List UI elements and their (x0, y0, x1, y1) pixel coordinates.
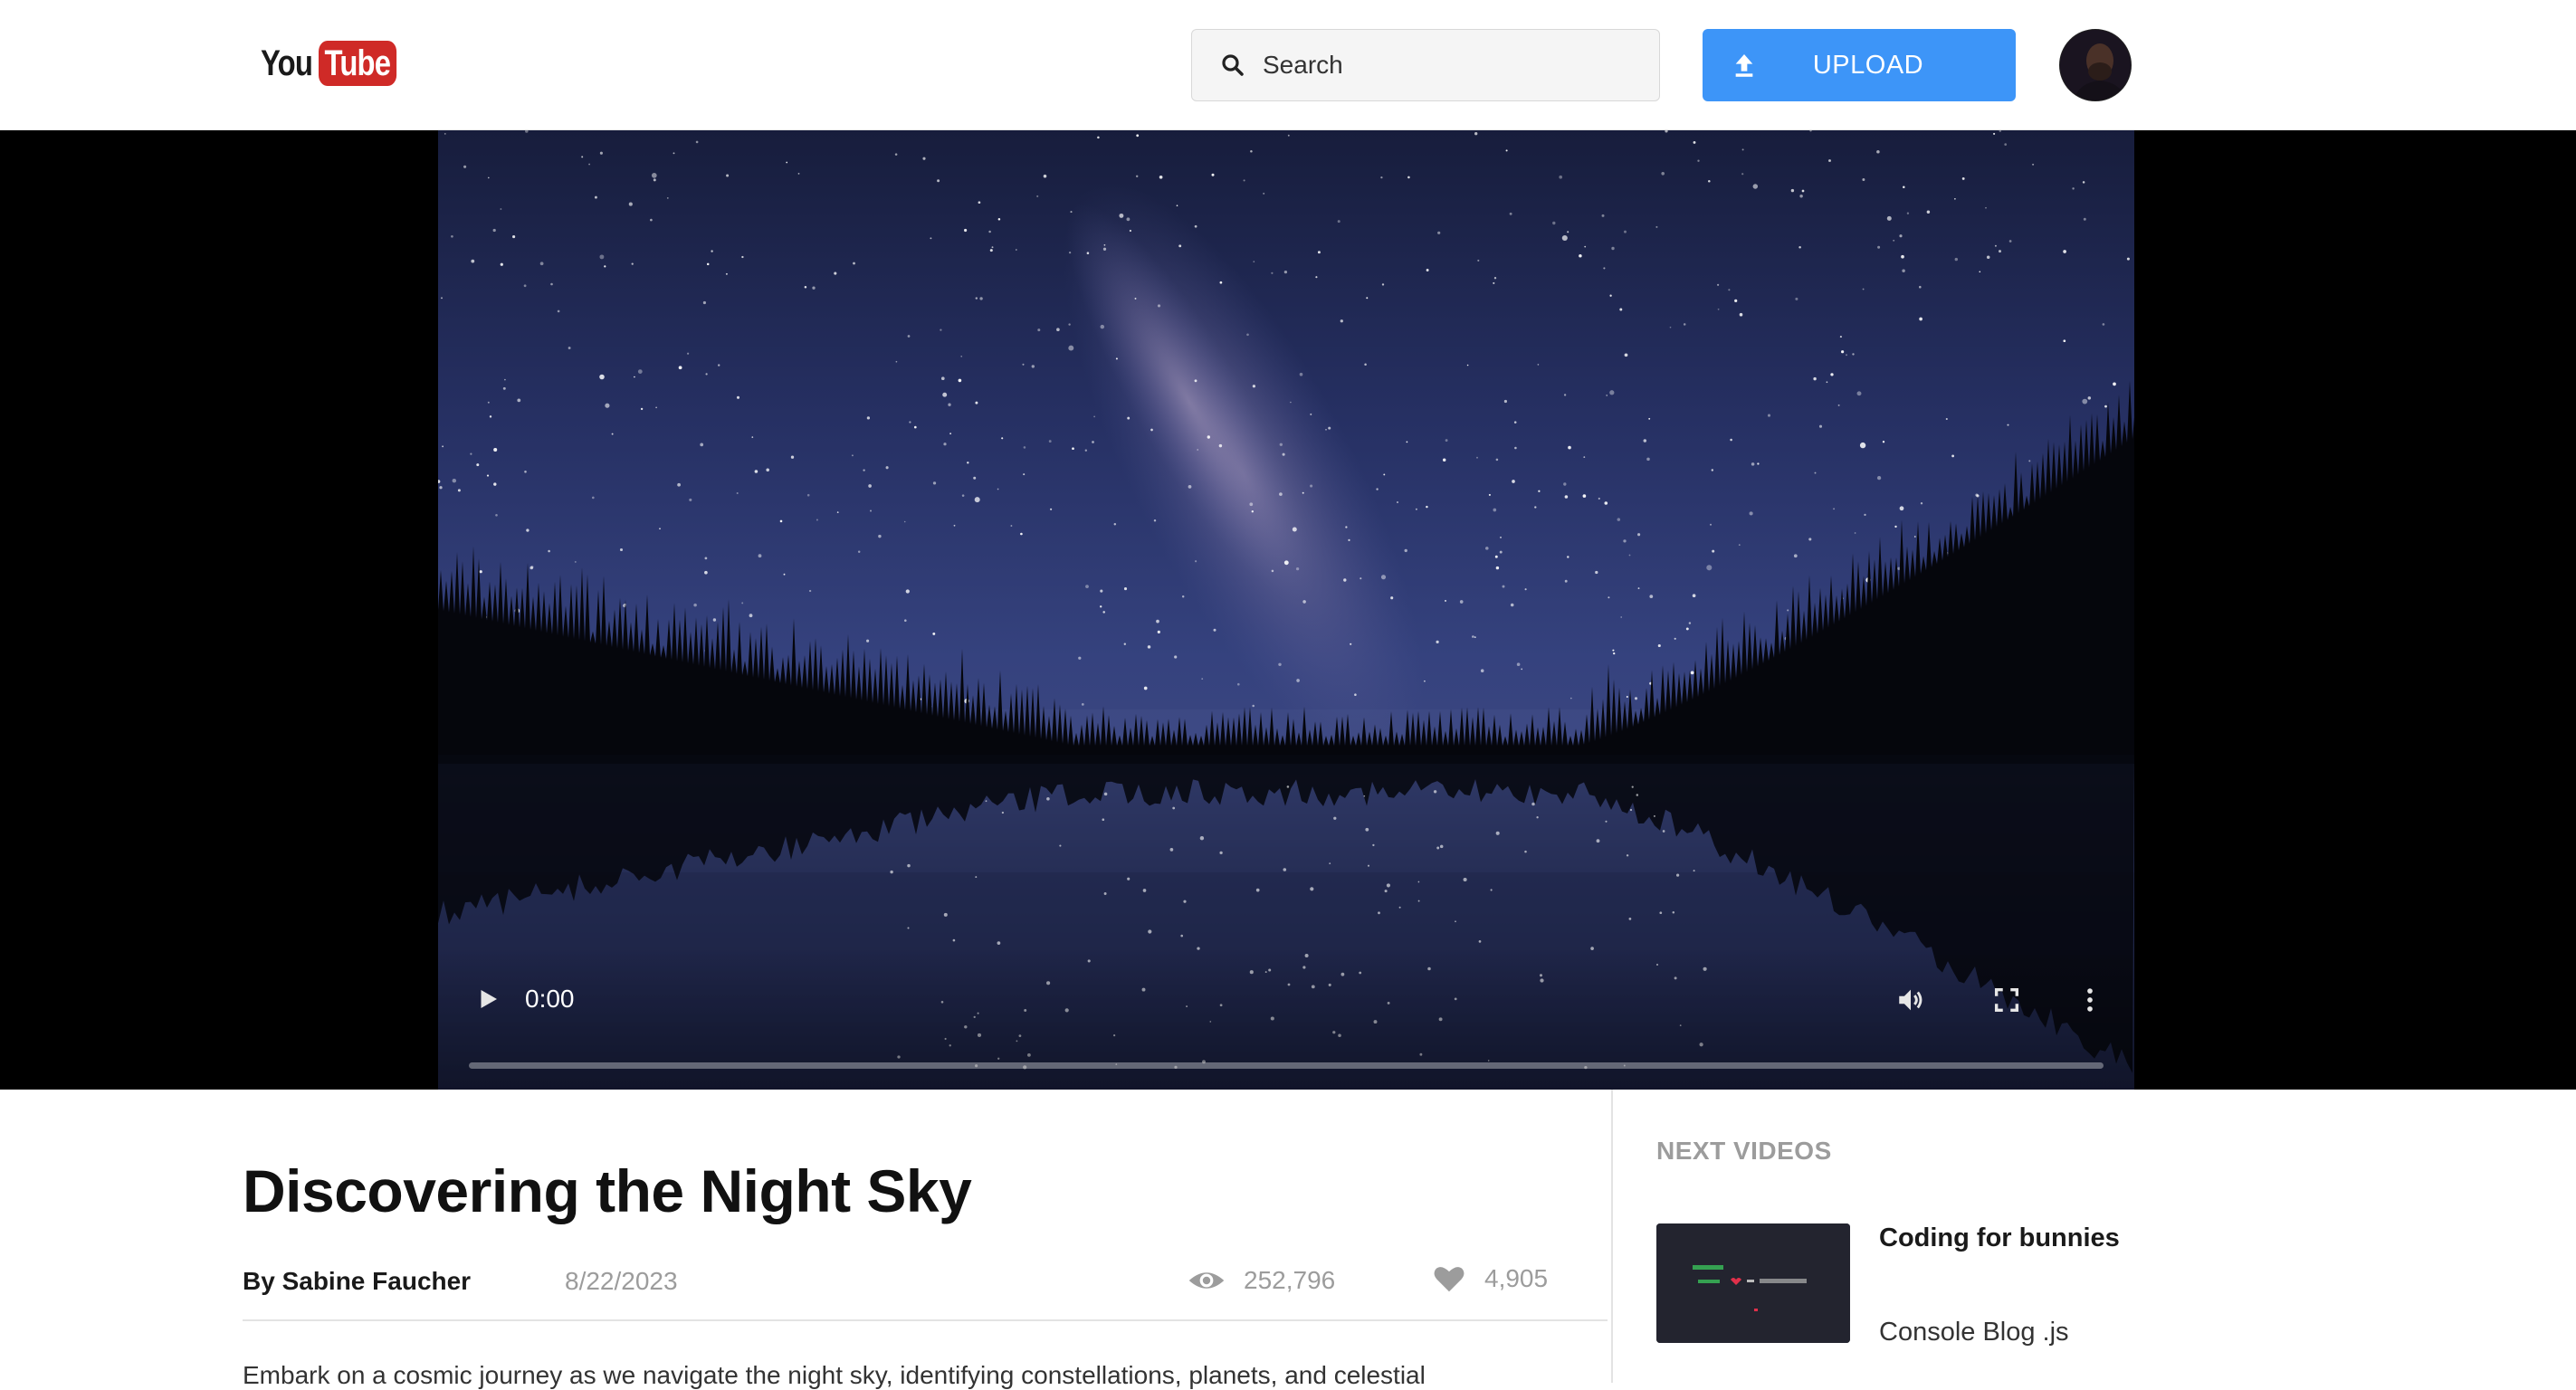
video-title: Discovering the Night Sky (243, 1157, 972, 1224)
more-vertical-icon[interactable] (2075, 985, 2105, 1015)
upload-button[interactable]: UPLOAD (1703, 29, 2016, 101)
next-video-item[interactable]: Coding for bunnies Console Blog .js (1656, 1223, 2290, 1347)
search-box[interactable] (1191, 29, 1660, 101)
video-description: Embark on a cosmic journey as we navigat… (243, 1361, 1426, 1389)
video-player[interactable]: 0:00 (438, 130, 2134, 1090)
search-icon (1222, 54, 1244, 76)
view-count-value: 252,796 (1244, 1266, 1336, 1294)
top-bar: You Tube UPLOAD (0, 0, 2576, 130)
avatar-image (2060, 30, 2131, 100)
video-author[interactable]: By Sabine Faucher (243, 1267, 471, 1296)
current-time: 0:00 (525, 985, 575, 1013)
video-stage: 0:00 (0, 130, 2576, 1090)
heart-icon[interactable] (1432, 1261, 1466, 1296)
progress-bar[interactable] (469, 1062, 2104, 1069)
next-video-channel: Console Blog .js (1879, 1318, 2069, 1347)
like-count[interactable]: 4,905 (1432, 1261, 1548, 1296)
next-video-thumbnail[interactable] (1656, 1223, 1850, 1343)
next-videos-heading: NEXT VIDEOS (1656, 1137, 1832, 1165)
user-avatar[interactable] (2059, 29, 2132, 101)
fullscreen-icon[interactable] (1991, 985, 2022, 1015)
logo-text-tube: Tube (318, 41, 396, 86)
next-video-title[interactable]: Coding for bunnies (1879, 1223, 2120, 1253)
view-count: 252,796 (1188, 1261, 1335, 1300)
next-videos-panel: NEXT VIDEOS Coding for bunnies Console B… (1615, 1090, 2576, 1383)
eye-icon (1188, 1272, 1225, 1289)
info-divider (243, 1319, 1608, 1321)
video-info: Discovering the Night Sky By Sabine Fauc… (0, 1090, 1613, 1389)
youtube-logo[interactable]: You Tube (261, 40, 413, 87)
logo-text-you: You (261, 43, 313, 83)
volume-icon[interactable] (1895, 985, 1926, 1015)
like-count-value: 4,905 (1484, 1264, 1549, 1292)
player-controls: 0:00 (438, 945, 2134, 1090)
play-icon[interactable] (474, 985, 501, 1013)
upload-label: UPLOAD (1812, 50, 1924, 80)
thumbnail-image (1656, 1223, 1850, 1343)
search-input[interactable] (1263, 51, 1643, 80)
video-date: 8/22/2023 (565, 1267, 678, 1295)
